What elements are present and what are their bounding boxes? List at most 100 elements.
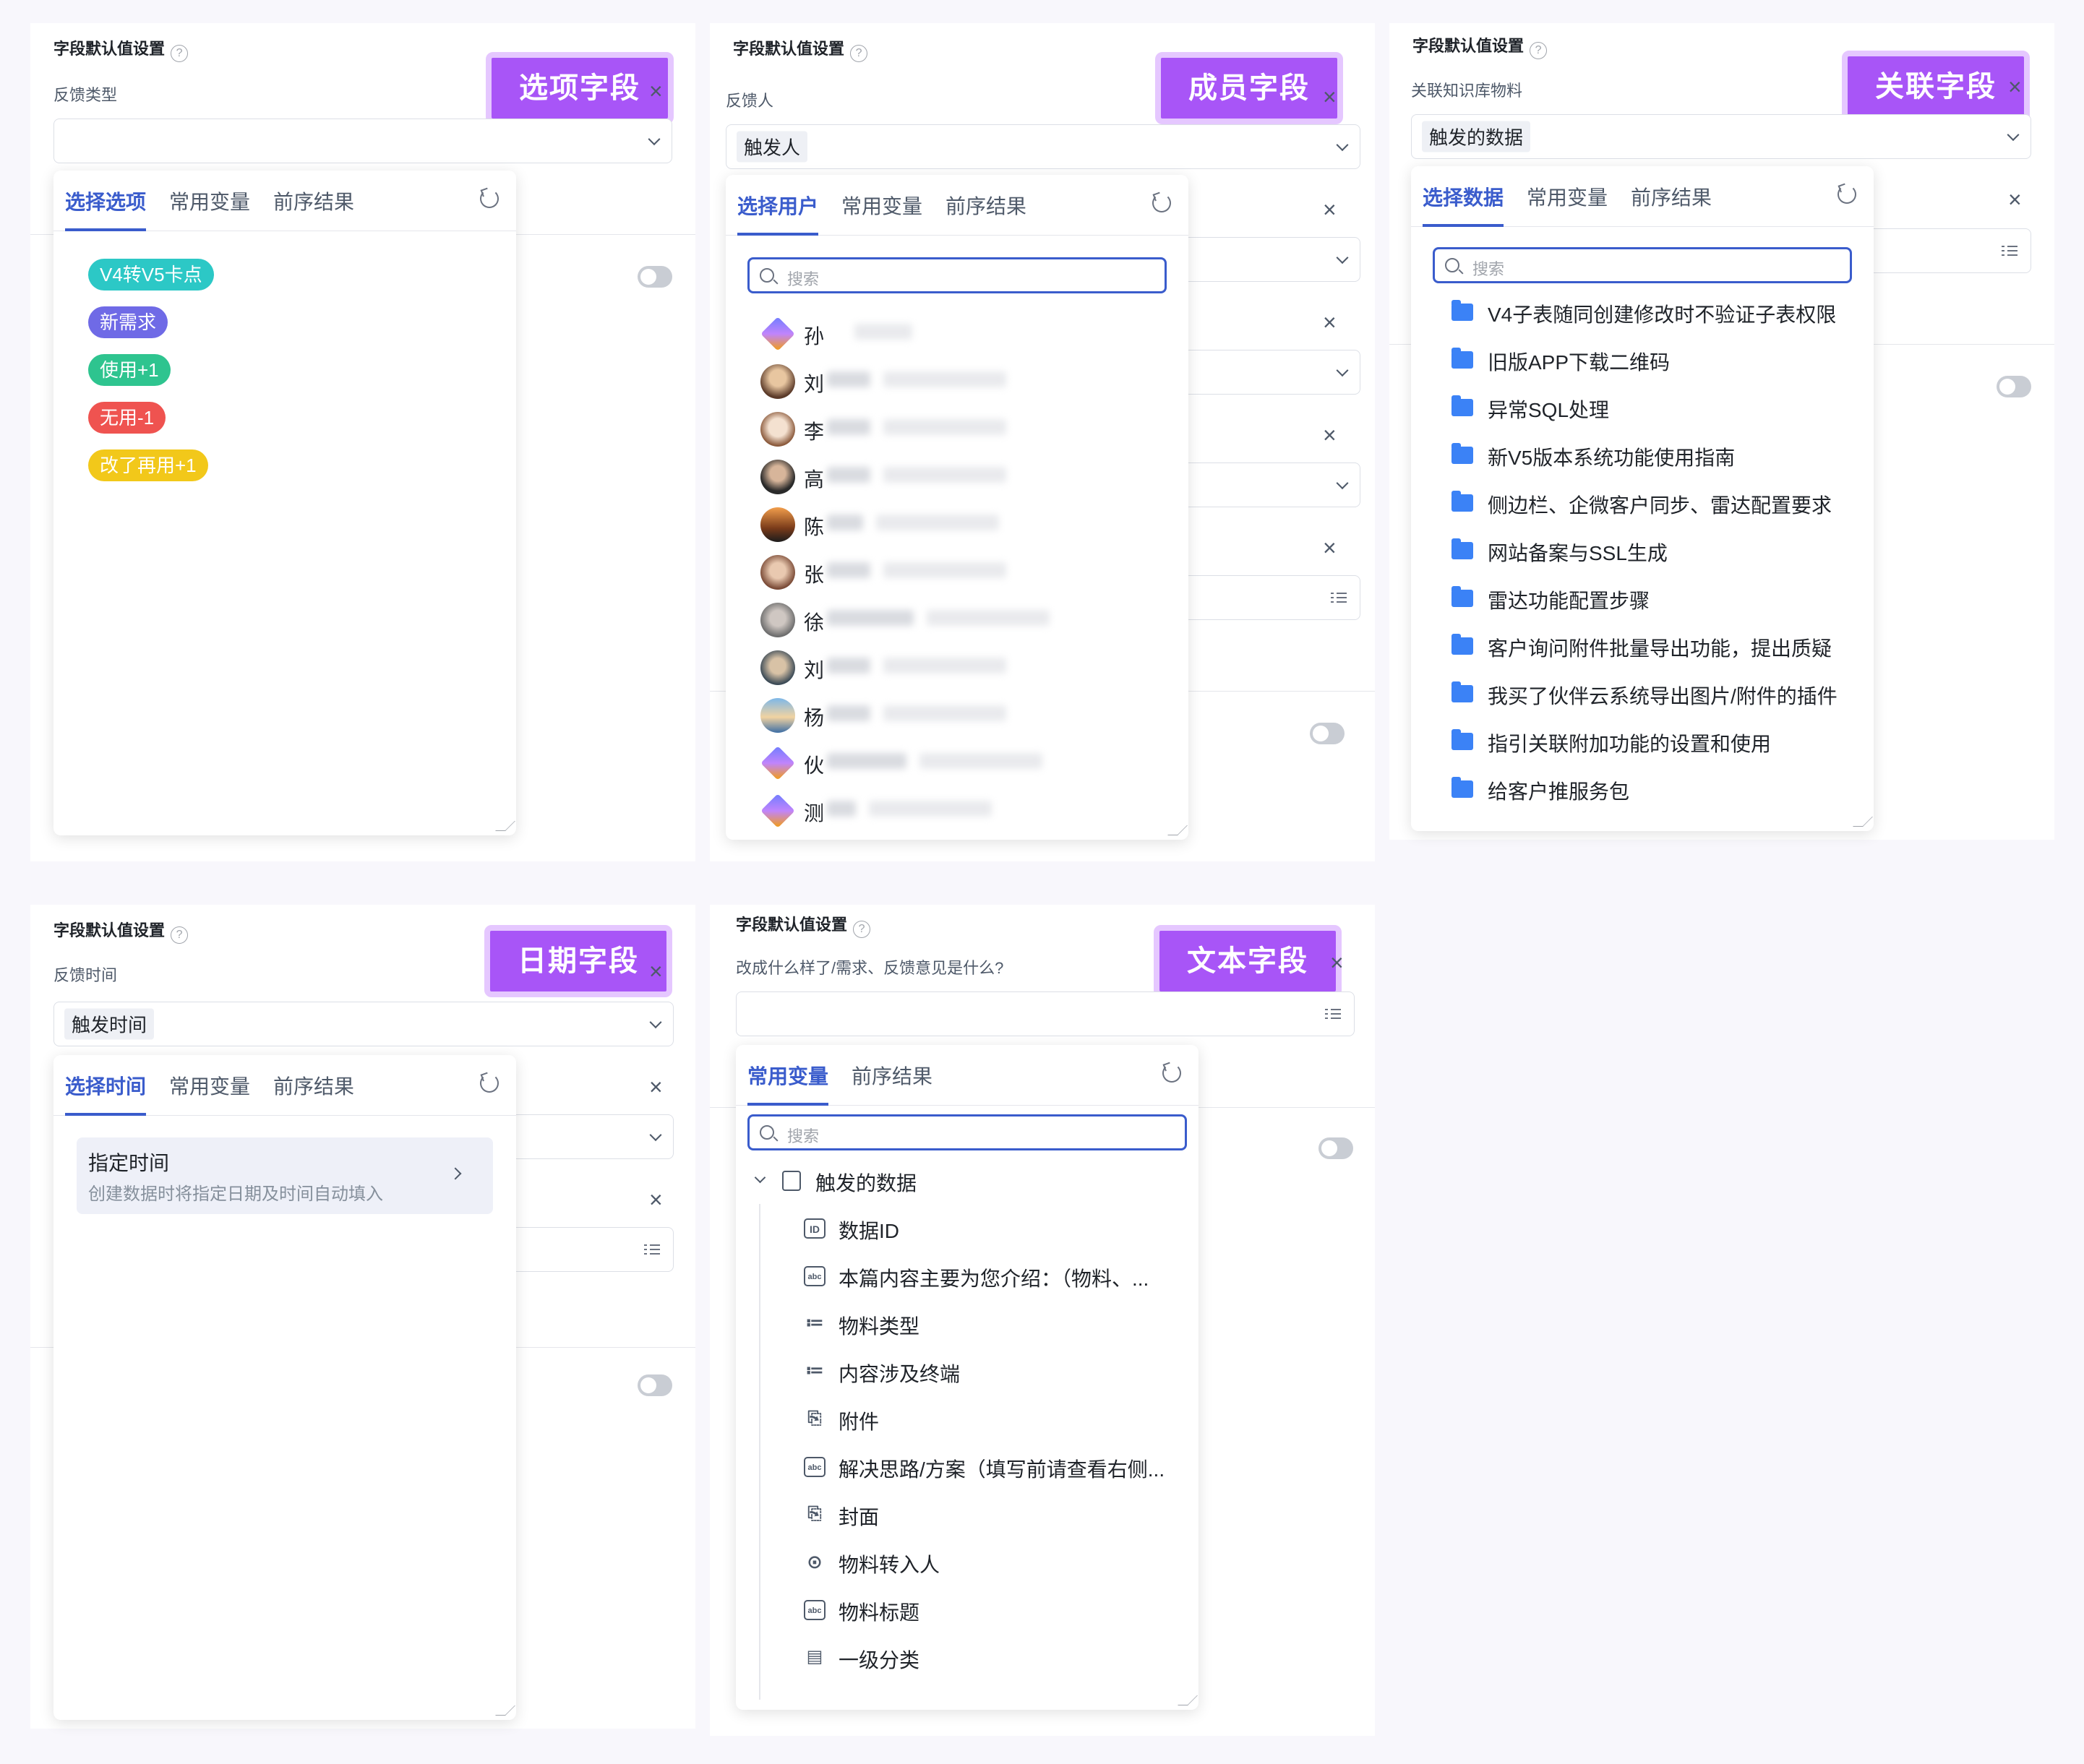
help-icon[interactable]: ? <box>1530 42 1548 59</box>
option-pill[interactable]: V4转V5卡点 <box>88 259 214 291</box>
folder-icon <box>1451 634 1473 655</box>
refresh-icon[interactable] <box>1152 194 1171 212</box>
option-pill[interactable]: 使用+1 <box>88 354 171 386</box>
tab-previous-results[interactable]: 前序结果 <box>273 186 354 215</box>
tree-root-item[interactable]: 触发的数据 <box>753 1161 1158 1204</box>
close-icon[interactable]: × <box>1323 536 1337 559</box>
option-description: 创建数据时将指定日期及时间自动填入 <box>88 1184 383 1204</box>
default-value-select[interactable]: 触发时间 <box>53 1002 674 1046</box>
panel-relation-field: 字段默认值设置? 关联字段 关联知识库物料 × 触发的数据 × 选择数据 常用变… <box>1389 23 2054 840</box>
tab-common-variables[interactable]: 常用变量 <box>169 186 250 215</box>
chevron-right-icon <box>449 1167 462 1180</box>
app-logo-avatar <box>760 793 795 828</box>
close-icon[interactable]: × <box>649 1188 663 1211</box>
variable-tree: 触发的数据 ID 数据ID abc 本篇内容主要为您介绍：（物料、... ≔ 物料类型… <box>736 1161 1198 1700</box>
toggle-switch[interactable] <box>1997 376 2031 397</box>
option-title: 指定时间 <box>88 1152 170 1174</box>
default-value-select[interactable] <box>53 119 672 163</box>
tab-previous-results[interactable]: 前序结果 <box>945 191 1026 220</box>
close-icon[interactable]: × <box>1323 311 1337 334</box>
folder-icon <box>1451 348 1473 369</box>
close-icon[interactable]: × <box>649 79 663 103</box>
tab-select-data[interactable]: 选择数据 <box>1423 182 1504 227</box>
chevron-down-icon <box>2007 129 2020 142</box>
avatar <box>760 650 795 685</box>
search-placeholder: 搜索 <box>1472 260 1505 278</box>
specify-time-option[interactable]: 指定时间 创建数据时将指定日期及时间自动填入 <box>77 1137 493 1214</box>
toggle-switch[interactable] <box>638 1374 672 1396</box>
chevron-down-icon <box>1336 477 1349 490</box>
default-value-select[interactable]: 触发人 <box>726 124 1360 169</box>
tab-select-time[interactable]: 选择时间 <box>65 1071 147 1116</box>
selected-value-tag: 触发的数据 <box>1422 121 1531 152</box>
tab-common-variables[interactable]: 常用变量 <box>841 191 922 220</box>
refresh-icon[interactable] <box>480 1074 499 1093</box>
tab-select-option[interactable]: 选择选项 <box>65 186 147 231</box>
avatar <box>760 364 795 399</box>
refresh-icon[interactable] <box>480 189 499 208</box>
resize-handle[interactable] <box>495 1705 515 1716</box>
list-icon <box>1325 1007 1341 1020</box>
folder-icon <box>1451 443 1473 464</box>
category-field-icon: ▤ <box>806 1647 823 1666</box>
refresh-icon[interactable] <box>1838 185 1856 204</box>
attachment-icon: ⎘ <box>807 1408 822 1428</box>
chevron-down-icon <box>1336 364 1349 377</box>
close-icon[interactable]: × <box>649 960 663 983</box>
search-input[interactable]: 搜索 <box>747 1114 1187 1150</box>
search-icon <box>760 268 774 283</box>
close-icon[interactable]: × <box>1323 85 1337 108</box>
variable-picker-popup: 常用变量 前序结果 搜索 触发的数据 ID 数据ID abc 本篇内容主要为您介绍：… <box>736 1045 1198 1710</box>
folder-icon <box>1451 586 1473 607</box>
tab-common-variables[interactable]: 常用变量 <box>169 1071 250 1100</box>
close-icon[interactable]: × <box>2008 188 2022 211</box>
chevron-down-icon <box>648 133 661 146</box>
resize-handle[interactable] <box>495 821 515 831</box>
avatar <box>760 460 795 494</box>
default-value-select[interactable]: 触发的数据 <box>1411 114 2031 159</box>
close-icon[interactable]: × <box>1323 198 1337 221</box>
field-type-badge: 文本字段 <box>1154 925 1342 997</box>
tab-previous-results[interactable]: 前序结果 <box>1631 182 1712 211</box>
tab-common-variables[interactable]: 常用变量 <box>1527 182 1608 211</box>
option-pill[interactable]: 改了再用+1 <box>88 449 208 481</box>
avatar <box>760 507 795 542</box>
toggle-switch[interactable] <box>638 266 672 288</box>
knowledge-list: V4子表随同创建修改时不验证子表权限 旧版APP下载二维码 异常SQL处理 新V… <box>1411 293 1838 821</box>
text-field-icon: abc <box>804 1266 826 1286</box>
tab-bar: 选择时间 常用变量 前序结果 <box>53 1055 516 1116</box>
help-icon[interactable]: ? <box>171 45 189 62</box>
section-title: 字段默认值设置? <box>736 912 871 938</box>
close-icon[interactable]: × <box>649 1075 663 1098</box>
refresh-icon[interactable] <box>1162 1064 1181 1083</box>
chevron-down-icon <box>649 1016 662 1029</box>
option-pill[interactable]: 新需求 <box>88 306 168 338</box>
help-icon[interactable]: ? <box>171 926 189 944</box>
help-icon[interactable]: ? <box>850 45 868 62</box>
close-icon[interactable]: × <box>1330 951 1344 974</box>
selected-value-tag: 触发时间 <box>64 1008 155 1040</box>
tab-previous-results[interactable]: 前序结果 <box>852 1061 932 1090</box>
search-input[interactable]: 搜索 <box>1433 247 1852 283</box>
resize-handle[interactable] <box>1853 817 1873 827</box>
resize-handle[interactable] <box>1167 825 1188 835</box>
search-input[interactable]: 搜索 <box>747 257 1167 293</box>
default-value-input[interactable] <box>736 991 1355 1036</box>
close-icon[interactable]: × <box>1323 423 1337 447</box>
tab-bar: 选择数据 常用变量 前序结果 <box>1411 166 1874 227</box>
avatar <box>760 555 795 590</box>
tab-previous-results[interactable]: 前序结果 <box>273 1071 354 1100</box>
help-icon[interactable]: ? <box>853 921 871 938</box>
chevron-down-icon <box>1336 251 1349 264</box>
tab-select-user[interactable]: 选择用户 <box>737 191 819 236</box>
option-pill[interactable]: 无用-1 <box>88 402 166 434</box>
folder-icon <box>1451 300 1473 321</box>
toggle-switch[interactable] <box>1318 1137 1353 1159</box>
list-icon <box>2002 244 2017 257</box>
app-logo-avatar <box>760 317 795 351</box>
folder-icon <box>1451 395 1473 416</box>
document-icon <box>782 1171 801 1191</box>
toggle-switch[interactable] <box>1310 723 1345 744</box>
tab-common-variables[interactable]: 常用变量 <box>747 1061 829 1106</box>
close-icon[interactable]: × <box>2008 75 2022 98</box>
